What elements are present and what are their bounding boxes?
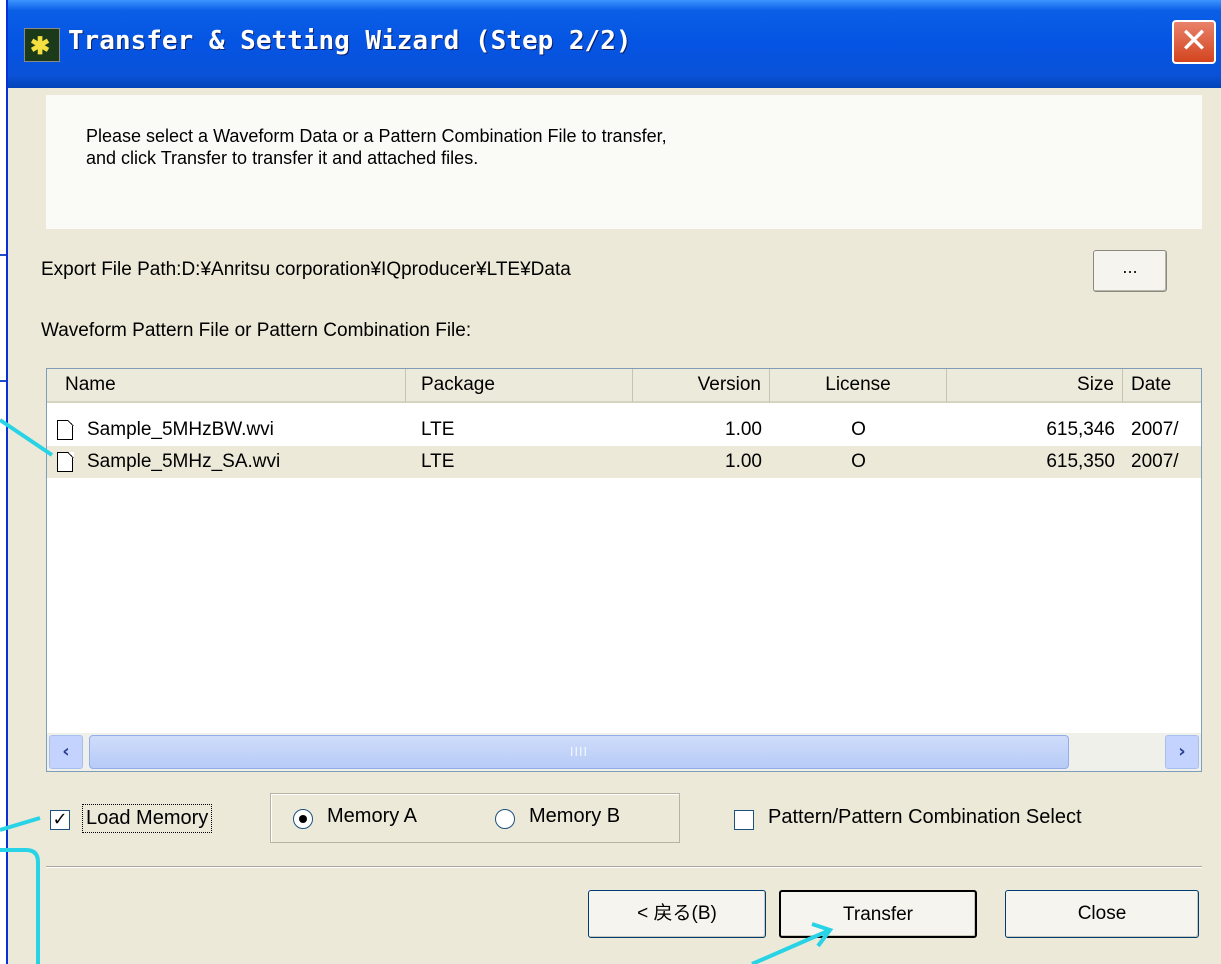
browse-button[interactable]: ... [1093, 250, 1167, 292]
table-row[interactable]: Sample_5MHz_SA.wvi LTE 1.00 O 615,350 20… [47, 446, 1201, 478]
window-title: Transfer & Setting Wizard (Step 2/2) [68, 26, 632, 56]
cell-size: 615,350 [1046, 451, 1115, 472]
file-icon [57, 419, 74, 440]
memory-a-radio[interactable] [293, 809, 313, 829]
cell-version: 1.00 [725, 419, 762, 440]
memory-radio-group: Memory A Memory B [270, 793, 680, 843]
transfer-button[interactable]: Transfer [779, 890, 977, 938]
column-header-package[interactable]: Package [406, 369, 633, 403]
instruction-text: Please select a Waveform Data or a Patte… [86, 125, 667, 169]
cell-date: 2007/ [1131, 451, 1179, 472]
divider [46, 866, 1202, 868]
back-button[interactable]: < 戻る(B) [588, 890, 766, 938]
cell-name: Sample_5MHzBW.wvi [87, 419, 274, 440]
close-icon[interactable]: ✕ [1172, 20, 1216, 64]
file-list[interactable]: Name Package Version License Size Date S… [46, 368, 1202, 772]
cell-package: LTE [421, 419, 455, 440]
pattern-select-checkbox[interactable] [734, 810, 754, 830]
pattern-select-label[interactable]: Pattern/Pattern Combination Select [768, 806, 1082, 829]
column-header-license[interactable]: License [770, 369, 947, 403]
instruction-line-2: and click Transfer to transfer it and at… [86, 148, 479, 168]
cell-package: LTE [421, 451, 455, 472]
cell-version: 1.00 [725, 451, 762, 472]
wizard-window: ✱ Transfer & Setting Wizard (Step 2/2) ✕… [6, 0, 1221, 964]
horizontal-scrollbar[interactable]: ‹ IIII › [47, 733, 1201, 771]
scroll-right-icon[interactable]: › [1165, 735, 1199, 769]
instruction-panel: Please select a Waveform Data or a Patte… [46, 95, 1202, 229]
memory-a-label[interactable]: Memory A [327, 805, 417, 828]
file-list-label: Waveform Pattern File or Pattern Combina… [41, 320, 472, 341]
cell-name: Sample_5MHz_SA.wvi [87, 451, 281, 472]
column-header-version[interactable]: Version [633, 369, 770, 403]
table-row[interactable]: Sample_5MHzBW.wvi LTE 1.00 O 615,346 200… [47, 414, 1201, 446]
app-logo-icon: ✱ [24, 28, 60, 62]
column-header-name[interactable]: Name [47, 369, 406, 403]
cell-size: 615,346 [1046, 419, 1115, 440]
close-button[interactable]: Close [1005, 890, 1199, 938]
cell-license: O [851, 451, 866, 472]
export-file-path: Export File Path:D:¥Anritsu corporation¥… [41, 259, 571, 280]
memory-b-radio[interactable] [495, 809, 515, 829]
file-icon [57, 451, 74, 472]
load-memory-checkbox[interactable]: ✓ [50, 810, 70, 830]
column-header-date[interactable]: Date [1123, 369, 1201, 403]
instruction-line-1: Please select a Waveform Data or a Patte… [86, 126, 667, 146]
load-memory-label[interactable]: Load Memory [82, 804, 213, 833]
cell-license: O [851, 419, 866, 440]
memory-b-label[interactable]: Memory B [529, 805, 620, 828]
scroll-thumb-grip: IIII [569, 745, 589, 759]
scroll-left-icon[interactable]: ‹ [49, 735, 83, 769]
column-header-size[interactable]: Size [947, 369, 1123, 403]
scroll-thumb[interactable]: IIII [89, 735, 1069, 769]
title-bar[interactable]: ✱ Transfer & Setting Wizard (Step 2/2) ✕ [8, 0, 1221, 88]
cell-date: 2007/ [1131, 419, 1179, 440]
